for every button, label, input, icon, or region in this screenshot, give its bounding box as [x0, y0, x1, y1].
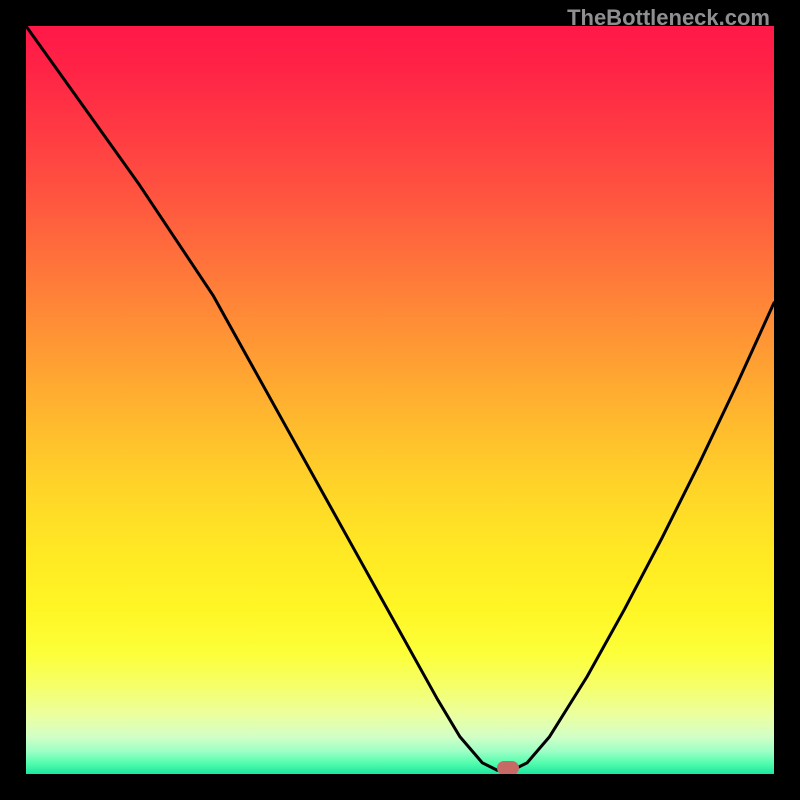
watermark-text: TheBottleneck.com	[567, 5, 770, 31]
plot-area	[26, 26, 774, 774]
optimal-point-marker	[497, 761, 519, 774]
chart-container: TheBottleneck.com	[0, 0, 800, 800]
gradient-background	[26, 26, 774, 774]
